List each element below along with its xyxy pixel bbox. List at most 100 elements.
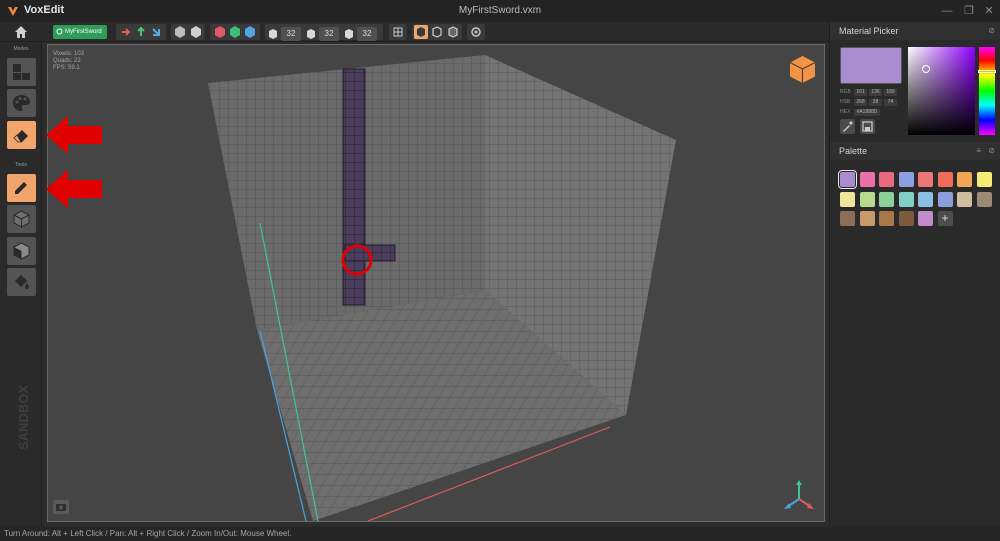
palette-swatch[interactable] [898,172,914,187]
size-y-field[interactable]: 32 [319,27,339,41]
color-cube-icon[interactable] [243,25,257,39]
orientation-cube-icon[interactable] [787,54,818,85]
hsb-row: HSB 268 28 74 [840,99,899,106]
view-cube-button[interactable] [414,25,428,39]
grid-icon[interactable] [391,25,405,39]
color-cube-icon[interactable] [213,25,227,39]
material-picker-header: Material Picker ⊘ [830,22,1000,40]
palette-swatch[interactable] [859,211,875,226]
current-color-swatch[interactable] [840,47,902,84]
color-cube-icon[interactable] [228,25,242,39]
cube-actions-group [171,24,205,40]
reset-icon[interactable] [149,25,163,39]
wire-cube-icon[interactable] [446,25,460,39]
palette-swatch[interactable] [937,172,953,187]
model-icon [56,28,63,35]
palette-swatch[interactable] [859,172,875,187]
export-icon[interactable] [134,25,148,39]
sv-cursor[interactable] [922,65,930,73]
rgb-r-field[interactable]: 161 [854,89,867,96]
camera-icon [56,504,66,511]
blocks-icon [13,64,30,80]
palette-swatch[interactable] [976,172,992,187]
palette-swatch[interactable] [957,172,972,187]
box-icon [13,210,30,228]
cube-icon [345,29,353,39]
palette-swatch[interactable] [879,191,894,207]
eyedropper-icon [843,121,853,132]
palette-swatch[interactable] [898,211,914,226]
palette-swatch[interactable] [840,191,855,207]
cube-icon [269,29,277,39]
screenshot-button[interactable] [53,500,69,514]
axis-gizmo-icon [784,480,814,509]
palette-swatch[interactable] [918,211,933,226]
palette-header: Palette ≡ ⊘ [830,142,1000,160]
saturation-brightness-picker[interactable] [908,47,975,135]
palette-swatch[interactable] [918,172,933,187]
rgb-b-field[interactable]: 189 [884,89,897,96]
annotation-arrow [46,170,102,208]
grid-group [389,24,407,40]
fill-tool-button[interactable] [7,268,36,296]
hsb-h-field[interactable]: 268 [854,99,867,106]
scene-canvas[interactable] [48,45,826,523]
file-actions-group [116,24,166,40]
save-icon [862,121,873,132]
rgb-label: RGB [840,89,851,95]
save-color-button[interactable] [860,119,875,134]
home-icon[interactable] [12,24,30,40]
select-mode-button[interactable] [7,58,36,86]
palette-swatch[interactable] [937,191,953,207]
add-cube-icon[interactable] [173,25,187,39]
hex-field[interactable]: #A1888D [854,109,880,116]
model-chip[interactable]: MyFirstSword [53,25,107,39]
color-cube-group [210,24,260,40]
cube-icon[interactable] [189,25,203,39]
rgb-g-field[interactable]: 136 [869,89,882,96]
pin-icon[interactable]: ⊘ [988,22,995,40]
cube-icon [307,29,315,39]
modes-label: Modes [13,46,29,52]
palette-swatch[interactable] [879,211,894,226]
settings-icon[interactable] [469,25,483,39]
sandbox-logo: SANDBOX [16,385,31,450]
import-icon[interactable] [119,25,133,39]
close-icon[interactable]: ✕ [980,3,998,19]
svg-text:SANDBOX: SANDBOX [16,385,31,450]
hue-marker[interactable] [978,70,996,73]
palette-mode-button[interactable] [7,89,36,117]
erase-mode-button[interactable] [7,121,36,149]
palette-swatch[interactable] [918,191,933,207]
palette-swatch[interactable] [840,211,855,226]
fps-readout: FPS: 59.1 [53,65,80,71]
eyedropper-button[interactable] [840,119,855,134]
restore-icon[interactable]: ❐ [960,3,978,19]
hue-slider[interactable] [978,47,996,135]
add-color-button[interactable]: + [937,211,953,226]
palette-swatch[interactable] [976,191,992,207]
hsb-s-field[interactable]: 28 [869,99,882,106]
menu-icon[interactable]: ≡ [976,142,981,160]
size-x-field[interactable]: 32 [281,27,301,41]
palette-swatch[interactable] [898,191,914,207]
palette-swatch[interactable] [879,172,894,187]
palette-swatch[interactable] [838,170,857,189]
palette-swatch[interactable] [957,191,972,207]
size-z-field[interactable]: 32 [357,27,377,41]
stats-overlay: Voxels: 103 Quads: 22 FPS: 59.1 [53,51,84,72]
draw-tool-button[interactable] [7,174,36,202]
palette-swatch[interactable] [859,191,875,207]
file-title: MyFirstSword.vxm [458,5,542,16]
face-tool-button[interactable] [7,237,36,265]
rgb-row: RGB 161 136 189 [840,89,899,96]
wire-cube-icon[interactable] [430,25,444,39]
3d-viewport[interactable]: Voxels: 103 Quads: 22 FPS: 59.1 [47,44,825,522]
pin-icon[interactable]: ⊘ [988,142,995,160]
minimize-icon[interactable]: — [938,3,956,19]
voxedit-window: VoxEdit MyFirstSword.vxm — ❐ ✕ MyFirstSw… [0,0,1000,541]
settings-group [467,24,485,40]
hsb-b-field[interactable]: 74 [884,99,897,106]
volume-size-group: 32 32 32 [265,24,383,41]
box-tool-button[interactable] [7,205,36,233]
